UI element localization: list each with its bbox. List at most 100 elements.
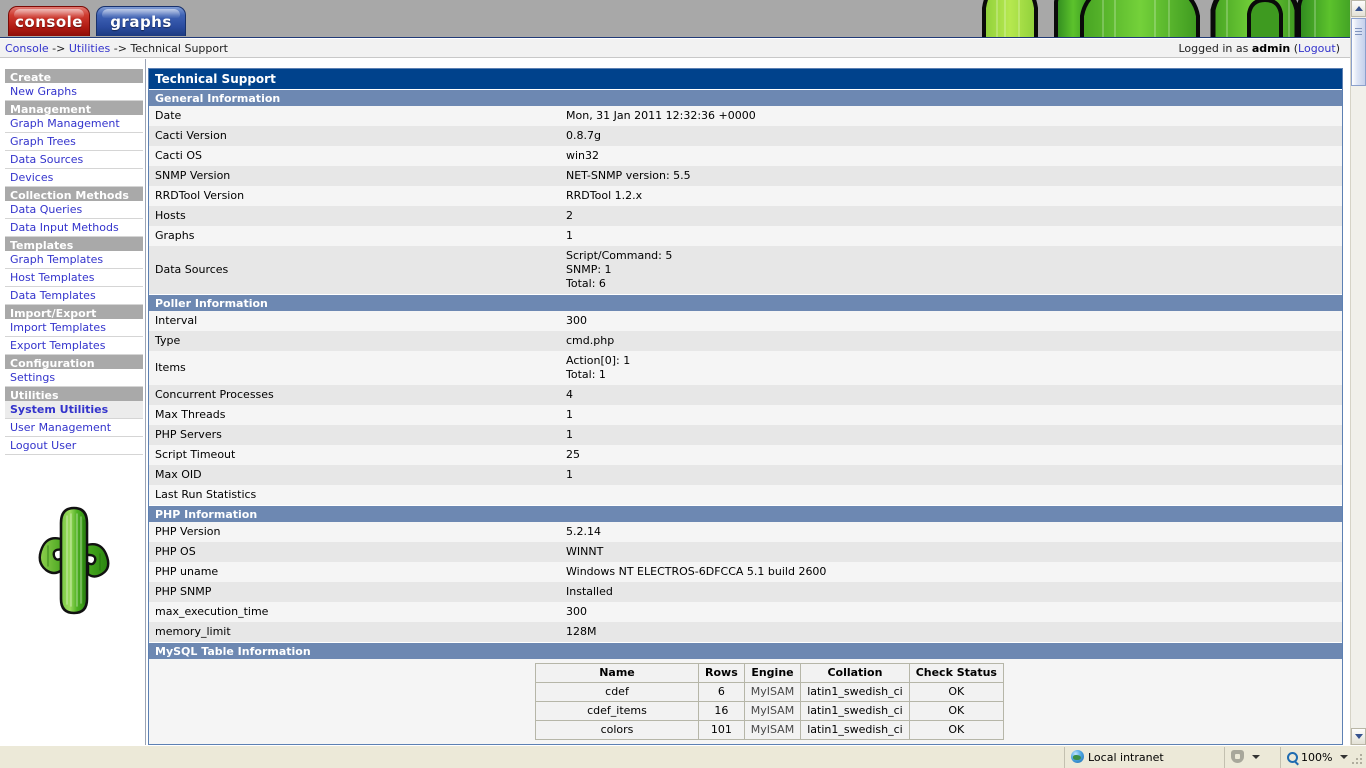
magnifier-icon <box>1287 752 1298 763</box>
sidebar-item-import-templates[interactable]: Import Templates <box>5 319 143 337</box>
chevron-down-icon <box>1355 734 1363 739</box>
info-row: PHP Servers 1 <box>149 425 1342 445</box>
section-header: General Information <box>149 89 1342 106</box>
info-row: PHP OS WINNT <box>149 542 1342 562</box>
resize-grip-icon[interactable] <box>1352 754 1364 766</box>
chevron-down-icon[interactable] <box>1252 755 1260 759</box>
info-row-value: 1 <box>566 428 573 441</box>
sidebar-item-data-sources[interactable]: Data Sources <box>5 151 143 169</box>
table-row: cdef_items 16 MyISAM latin1_swedish_ci OK <box>535 701 1004 721</box>
info-row-value: 300 <box>566 605 587 618</box>
info-sections: General Information Date Mon, 31 Jan 2011 … <box>149 89 1342 740</box>
status-zone[interactable]: Local intranet <box>1064 747 1224 768</box>
mysql-cell-status: OK <box>908 720 1004 740</box>
info-table: Interval 300 Type cmd.php Items Action[0]: 1 … <box>149 311 1342 505</box>
mysql-cell-status: OK <box>908 701 1004 721</box>
sidebar-item-export-templates[interactable]: Export Templates <box>5 337 143 355</box>
info-row-key: Graphs <box>155 229 195 242</box>
info-row: Last Run Statistics <box>149 485 1342 505</box>
info-row: Date Mon, 31 Jan 2011 12:32:36 +0000 <box>149 106 1342 126</box>
sidebar-group-header: Configuration <box>5 355 143 370</box>
mysql-table: Name Rows Engine Collation Check Status cdef 6… <box>535 663 1004 740</box>
breadcrumb-current: Technical Support <box>130 42 228 55</box>
sidebar-item-data-queries[interactable]: Data Queries <box>5 201 143 219</box>
sidebar-item-new-graphs[interactable]: New Graphs <box>5 83 143 101</box>
table-row: cdef 6 MyISAM latin1_swedish_ci OK <box>535 682 1004 702</box>
info-row: Items Action[0]: 1 Total: 1 <box>149 351 1342 385</box>
login-status: Logged in as admin (Logout) <box>1178 42 1340 55</box>
info-row: memory_limit 128M <box>149 622 1342 642</box>
chevron-down-icon[interactable] <box>1340 755 1349 759</box>
info-row: Interval 300 <box>149 311 1342 331</box>
status-security[interactable] <box>1224 747 1280 768</box>
info-row-key: memory_limit <box>155 625 231 638</box>
sidebar-item-graph-templates[interactable]: Graph Templates <box>5 251 143 269</box>
sidebar-item-settings[interactable]: Settings <box>5 369 143 387</box>
info-row-value: RRDTool 1.2.x <box>566 189 643 202</box>
info-row-key: Type <box>155 334 181 347</box>
info-row-key: SNMP Version <box>155 169 231 182</box>
info-row-value: 1 <box>566 229 573 242</box>
breadcrumb-utilities-link[interactable]: Utilities <box>69 42 110 55</box>
sidebar-item-system-utilities[interactable]: System Utilities <box>5 401 143 419</box>
sidebar-item-host-templates[interactable]: Host Templates <box>5 269 143 287</box>
sidebar-item-graph-management[interactable]: Graph Management <box>5 115 143 133</box>
breadcrumb: Console -> Utilities -> Technical Suppor… <box>5 42 228 55</box>
info-row-value: 5.2.14 <box>566 525 601 538</box>
info-row-key: RRDTool Version <box>155 189 245 202</box>
info-row: Cacti Version 0.8.7g <box>149 126 1342 146</box>
chevron-up-icon <box>1355 6 1363 11</box>
mysql-column-header: Check Status <box>908 663 1004 683</box>
page-title: Technical Support <box>149 69 1342 89</box>
mysql-cell-collation: latin1_swedish_ci <box>800 701 910 721</box>
mysql-cell-collation: latin1_swedish_ci <box>800 720 910 740</box>
mysql-cell-name: cdef_items <box>535 701 699 721</box>
logout-link[interactable]: Logout <box>1298 42 1336 55</box>
sidebar-group-header: Import/Export <box>5 305 143 320</box>
scroll-up-button[interactable] <box>1351 0 1366 17</box>
tab-console[interactable]: console <box>8 6 90 36</box>
tab-graphs[interactable]: graphs <box>96 6 186 36</box>
shield-icon <box>1231 750 1244 763</box>
sidebar-item-graph-trees[interactable]: Graph Trees <box>5 133 143 151</box>
logged-in-username: admin <box>1251 42 1291 55</box>
banner-cactus-graphic <box>955 0 1350 38</box>
site-banner: console graphs <box>0 0 1350 38</box>
info-row: Type cmd.php <box>149 331 1342 351</box>
mysql-column-header: Collation <box>800 663 910 683</box>
sidebar-group-header: Templates <box>5 237 143 252</box>
banner-rule <box>0 37 1350 38</box>
info-row: Max OID 1 <box>149 465 1342 485</box>
breadcrumb-console-link[interactable]: Console <box>5 42 49 55</box>
sidebar-item-data-input-methods[interactable]: Data Input Methods <box>5 219 143 237</box>
info-row-key: Concurrent Processes <box>155 388 274 401</box>
scroll-down-button[interactable] <box>1351 728 1366 745</box>
info-row-key: Script Timeout <box>155 448 236 461</box>
info-row: Concurrent Processes 4 <box>149 385 1342 405</box>
browser-viewport: console graphs Console -> Utilities -> T… <box>0 0 1366 768</box>
info-row-key: Data Sources <box>155 263 229 276</box>
info-row: PHP SNMP Installed <box>149 582 1342 602</box>
mysql-cell-rows: 101 <box>698 720 745 740</box>
info-row-value <box>560 485 1342 505</box>
info-row: Max Threads 1 <box>149 405 1342 425</box>
sidebar-group-header: Management <box>5 101 143 116</box>
mysql-cell-engine: MyISAM <box>743 701 802 721</box>
logout-paren-open: ( <box>1290 42 1299 55</box>
sidebar-item-data-templates[interactable]: Data Templates <box>5 287 143 305</box>
info-row-value: 1 <box>566 468 573 481</box>
sidebar-item-devices[interactable]: Devices <box>5 169 143 187</box>
info-row-key: Hosts <box>155 209 186 222</box>
mysql-cell-status: OK <box>908 682 1004 702</box>
logged-in-label: Logged in as <box>1178 42 1252 55</box>
info-row-value: WINNT <box>566 545 604 558</box>
info-row-value: win32 <box>566 149 600 162</box>
sidebar-item-logout-user[interactable]: Logout User <box>5 437 143 455</box>
vertical-scrollbar[interactable] <box>1350 0 1366 745</box>
info-row-value: cmd.php <box>566 334 615 347</box>
info-row-value: NET-SNMP version: 5.5 <box>566 169 691 182</box>
mysql-cell-rows: 16 <box>698 701 745 721</box>
info-row-key: max_execution_time <box>155 605 269 618</box>
sidebar-item-user-management[interactable]: User Management <box>5 419 143 437</box>
info-row-key: Date <box>155 109 182 122</box>
